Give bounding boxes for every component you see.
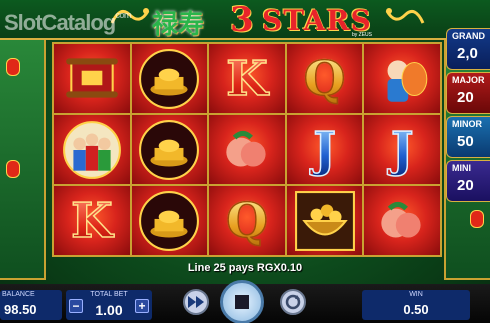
balance-label: BALANCE xyxy=(2,291,35,298)
symbol-q: Q xyxy=(209,186,285,255)
turbo-button[interactable] xyxy=(183,289,209,315)
symbol-j: J xyxy=(364,115,440,184)
reel-5: J xyxy=(364,44,440,255)
symbol-gold-ingot xyxy=(131,44,208,113)
letter-q-symbol: Q xyxy=(225,192,268,250)
logo-chinese-characters: 禄寿 xyxy=(152,10,205,40)
jackpot-value: 2,0 xyxy=(457,45,478,62)
reel-4: Q J xyxy=(286,44,363,255)
jackpot-label: MAJOR xyxy=(452,75,485,85)
symbol-child-carp xyxy=(364,44,440,113)
symbol-j: J xyxy=(286,115,363,184)
peach-icon xyxy=(381,201,421,238)
increase-bet-button[interactable]: + xyxy=(135,299,149,313)
title-bar: SlotCatalogcom 禄寿 3 STARS by ZEUS xyxy=(0,0,490,40)
symbol-peach xyxy=(364,186,440,255)
reel-1: K xyxy=(54,44,130,255)
symbol-k: K xyxy=(54,186,130,255)
jackpot-label: MINI xyxy=(452,163,471,173)
watermark: SlotCatalogcom xyxy=(4,10,132,36)
fast-forward-icon xyxy=(188,296,204,308)
balance-panel: BALANCE 98.50 xyxy=(0,290,62,320)
jackpot-panel: GRAND 2,0 MAJOR 20 MINOR 50 MINI 20 xyxy=(446,28,490,204)
jackpot-label: GRAND xyxy=(452,31,485,41)
gold-ingot-icon xyxy=(139,190,200,251)
decrease-bet-button[interactable]: − xyxy=(69,299,83,313)
symbol-fortune-gods xyxy=(54,115,130,184)
symbol-scroll xyxy=(54,44,130,113)
letter-j-symbol: J xyxy=(312,121,336,179)
jackpot-mini: MINI 20 xyxy=(446,160,490,202)
letter-j-symbol: J xyxy=(390,121,414,179)
logo-byline: by ZEUS xyxy=(352,32,373,38)
gold-ingot-icon xyxy=(139,119,200,180)
letter-q-symbol: Q xyxy=(303,50,346,108)
scroll-icon xyxy=(65,57,118,98)
gold-bowl-icon xyxy=(294,190,355,251)
lantern-icon xyxy=(470,210,484,228)
jackpot-label: MINOR xyxy=(452,119,482,129)
watermark-text: SlotCatalog xyxy=(4,10,116,35)
reel-2 xyxy=(131,44,208,255)
jackpot-grand: GRAND 2,0 xyxy=(446,28,490,70)
dragon-right-icon xyxy=(385,8,425,24)
letter-k-symbol: K xyxy=(225,50,268,108)
symbol-q: Q xyxy=(286,44,363,113)
symbol-gold-ingot xyxy=(131,115,208,184)
lantern-icon xyxy=(6,58,20,76)
fortune-god-icon xyxy=(62,120,121,179)
spin-button[interactable] xyxy=(220,280,264,323)
total-bet-label: TOTAL BET xyxy=(90,291,128,298)
stop-icon xyxy=(235,295,249,309)
line-win-info: Line 25 pays RGX0.10 xyxy=(187,262,303,274)
reel-grid: K K Q Q J J xyxy=(52,42,442,257)
win-value: 0.50 xyxy=(403,302,429,317)
autoplay-button[interactable] xyxy=(280,289,306,315)
balance-value: 98.50 xyxy=(4,302,37,317)
win-label: WIN xyxy=(409,291,423,298)
jackpot-value: 50 xyxy=(457,133,474,150)
win-panel: WIN 0.50 xyxy=(362,290,470,320)
lantern-icon xyxy=(6,160,20,178)
symbol-k: K xyxy=(209,44,285,113)
watermark-suffix: com xyxy=(115,10,131,20)
child-with-carp-icon xyxy=(387,59,428,102)
symbol-gold-ingot xyxy=(131,186,208,255)
symbol-peach xyxy=(209,115,285,184)
gold-ingot-icon xyxy=(139,48,200,109)
total-bet-panel: TOTAL BET 1.00 − + xyxy=(66,290,152,320)
jackpot-value: 20 xyxy=(457,177,474,194)
jackpot-major: MAJOR 20 xyxy=(446,72,490,114)
autoplay-icon xyxy=(285,294,301,310)
symbol-gold-bowl xyxy=(286,186,363,255)
peach-icon xyxy=(226,130,266,167)
logo-number: 3 xyxy=(230,0,254,40)
jackpot-minor: MINOR 50 xyxy=(446,116,490,158)
reel-3: K Q xyxy=(209,44,285,255)
jackpot-value: 20 xyxy=(457,89,474,106)
letter-k-symbol: K xyxy=(70,192,113,250)
